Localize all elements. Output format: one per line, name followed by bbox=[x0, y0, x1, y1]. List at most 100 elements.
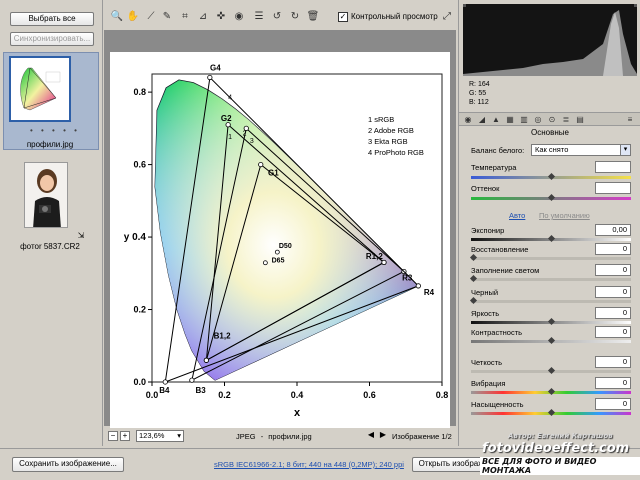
thumbnail-frame[interactable] bbox=[9, 56, 71, 122]
image-canvas[interactable]: 0.0 0.2 0.4 0.6 0.8 0.0 0.2 0.6 0.8 y 0.4 x 1 sRGB 2… bbox=[104, 30, 456, 430]
save-image-button[interactable]: Сохранить изображение... bbox=[12, 457, 124, 472]
preferences-icon[interactable]: ☰ bbox=[252, 10, 266, 24]
preview-checkbox[interactable]: ✓ bbox=[338, 12, 348, 22]
tab-lens-icon[interactable]: ◎ bbox=[533, 115, 543, 125]
tab-calibration-icon[interactable]: ⊙ bbox=[547, 115, 557, 125]
panel-menu-icon[interactable]: ≡ bbox=[625, 115, 635, 125]
zoom-value: 123,6% bbox=[139, 431, 165, 440]
straighten-tool-icon[interactable]: ⊿ bbox=[196, 10, 210, 24]
red-eye-tool-icon[interactable]: ◉ bbox=[232, 10, 246, 24]
cie-chromaticity-chart: 0.0 0.2 0.4 0.6 0.8 0.0 0.2 0.6 0.8 y 0.4 x 1 sRGB 2… bbox=[124, 63, 449, 419]
select-all-button[interactable]: Выбрать все bbox=[10, 12, 94, 26]
temp-field[interactable] bbox=[595, 161, 631, 173]
vibrance-slider[interactable] bbox=[471, 387, 631, 396]
tint-slider[interactable] bbox=[471, 193, 631, 202]
slider-knob[interactable] bbox=[547, 366, 556, 375]
auto-link[interactable]: Авто bbox=[509, 211, 525, 220]
slider-knob[interactable] bbox=[547, 234, 556, 243]
label-d50: D50 bbox=[279, 243, 292, 250]
saturation-label: Насыщенность bbox=[471, 400, 524, 409]
blacks-field[interactable]: 0 bbox=[595, 286, 631, 298]
crop-tool-icon[interactable]: ⌗ bbox=[178, 10, 192, 24]
tab-basic-icon[interactable]: ◉ bbox=[463, 115, 473, 125]
tab-snapshots-icon[interactable]: ▤ bbox=[575, 115, 585, 125]
vibrance-field[interactable]: 0 bbox=[595, 377, 631, 389]
brightness-field[interactable]: 0 bbox=[595, 307, 631, 319]
slider-knob[interactable] bbox=[547, 193, 556, 202]
slider-knob[interactable] bbox=[547, 387, 556, 396]
white-balance-select[interactable]: Как снято ▾ bbox=[531, 144, 631, 156]
section-title: Основные bbox=[531, 128, 569, 137]
tab-presets-icon[interactable]: ≣ bbox=[561, 115, 571, 125]
saturation-field[interactable]: 0 bbox=[595, 398, 631, 410]
gamut-vertex bbox=[203, 357, 209, 363]
slider-knob[interactable] bbox=[547, 336, 556, 345]
slider-knob[interactable] bbox=[547, 172, 556, 181]
label-b12: B1,2 bbox=[214, 332, 231, 341]
white-balance-tool-icon[interactable]: ⟋ bbox=[144, 10, 158, 24]
slider-knob[interactable] bbox=[469, 274, 478, 283]
blacks-label: Черный bbox=[471, 288, 499, 297]
rotate-left-icon[interactable]: ↺ bbox=[270, 10, 284, 24]
sync-button[interactable]: Синхронизировать... bbox=[10, 32, 94, 46]
temp-slider[interactable] bbox=[471, 172, 631, 181]
saturation-slider[interactable] bbox=[471, 408, 631, 417]
color-sampler-icon[interactable]: ✎ bbox=[160, 10, 174, 24]
slider-knob[interactable] bbox=[469, 296, 478, 305]
vertex-num: 2 bbox=[243, 131, 247, 138]
zoom-select[interactable]: 123,6% ▾ bbox=[136, 430, 184, 442]
zoom-out-button[interactable]: − bbox=[108, 431, 118, 441]
file-format: JPEG bbox=[236, 432, 256, 441]
tab-curve-icon[interactable]: ◢ bbox=[477, 115, 487, 125]
brightness-label: Яркость bbox=[471, 309, 500, 318]
chevron-down-icon: ▾ bbox=[177, 431, 181, 440]
contrast-slider[interactable] bbox=[471, 336, 631, 345]
tab-hsl-icon[interactable]: ▦ bbox=[505, 115, 515, 125]
whitepoint-d65 bbox=[262, 260, 268, 266]
clarity-slider[interactable] bbox=[471, 366, 631, 375]
recovery-field[interactable]: 0 bbox=[595, 243, 631, 255]
recovery-label: Восстановление bbox=[471, 245, 529, 254]
gamut-vertex bbox=[381, 259, 387, 266]
rgb-readout: R: 164 G: 55 B: 112 bbox=[469, 80, 490, 107]
y-tick-label: 0.0 bbox=[133, 377, 146, 387]
legend-entry: 1 sRGB bbox=[368, 115, 394, 124]
prev-image-icon[interactable]: ◀ bbox=[366, 431, 376, 441]
wb-label: Баланс белого: bbox=[471, 146, 525, 155]
gamut-vertex bbox=[207, 74, 213, 81]
label-b4: B4 bbox=[159, 386, 170, 395]
hand-tool-icon[interactable]: ✋ bbox=[126, 10, 140, 24]
fill-light-field[interactable]: 0 bbox=[595, 264, 631, 276]
rotate-right-icon[interactable]: ↻ bbox=[288, 10, 302, 24]
default-link[interactable]: По умолчанию bbox=[539, 211, 590, 220]
gamut-vertex bbox=[225, 122, 231, 128]
slider-knob[interactable] bbox=[547, 317, 556, 326]
vibrance-label: Вибрация bbox=[471, 379, 506, 388]
exposure-slider[interactable] bbox=[471, 234, 631, 243]
tab-detail-icon[interactable]: ▲ bbox=[491, 115, 501, 125]
slider-knob[interactable] bbox=[469, 253, 478, 262]
fill-light-slider[interactable] bbox=[469, 274, 631, 283]
clarity-field[interactable]: 0 bbox=[595, 356, 631, 368]
brightness-slider[interactable] bbox=[471, 317, 631, 326]
slider-knob[interactable] bbox=[547, 408, 556, 417]
rating-dots[interactable]: • • • • • bbox=[30, 126, 80, 135]
retouch-tool-icon[interactable]: ✜ bbox=[214, 10, 228, 24]
tool-bar: 🔍 ✋ ⟋ ✎ ⌗ ⊿ ✜ ◉ ☰ ↺ ↻ 🗑 ✓ Контрольный пр… bbox=[104, 8, 456, 28]
recovery-slider[interactable] bbox=[469, 253, 631, 262]
next-image-icon[interactable]: ▶ bbox=[378, 431, 388, 441]
contrast-field[interactable]: 0 bbox=[595, 326, 631, 338]
site-watermark: fotovideoeffect.com bbox=[482, 441, 630, 456]
fullscreen-icon[interactable]: ⤢ bbox=[440, 10, 454, 24]
bottom-bar: Сохранить изображение... sRGB IEC61966-2… bbox=[0, 432, 640, 480]
trash-icon[interactable]: 🗑 bbox=[306, 10, 320, 24]
tint-field[interactable] bbox=[595, 182, 631, 194]
blacks-slider[interactable] bbox=[469, 296, 631, 305]
thumb1-label: профили.jpg bbox=[26, 140, 74, 149]
zoom-tool-icon[interactable]: 🔍 bbox=[110, 10, 124, 24]
workflow-options-link[interactable]: sRGB IEC61966-2.1; 8 бит; 440 на 448 (0,… bbox=[214, 460, 404, 469]
exposure-field[interactable]: 0,00 bbox=[595, 224, 631, 236]
thumbnail-photo[interactable] bbox=[24, 162, 68, 228]
tab-split-icon[interactable]: ▥ bbox=[519, 115, 529, 125]
zoom-in-button[interactable]: + bbox=[120, 431, 130, 441]
